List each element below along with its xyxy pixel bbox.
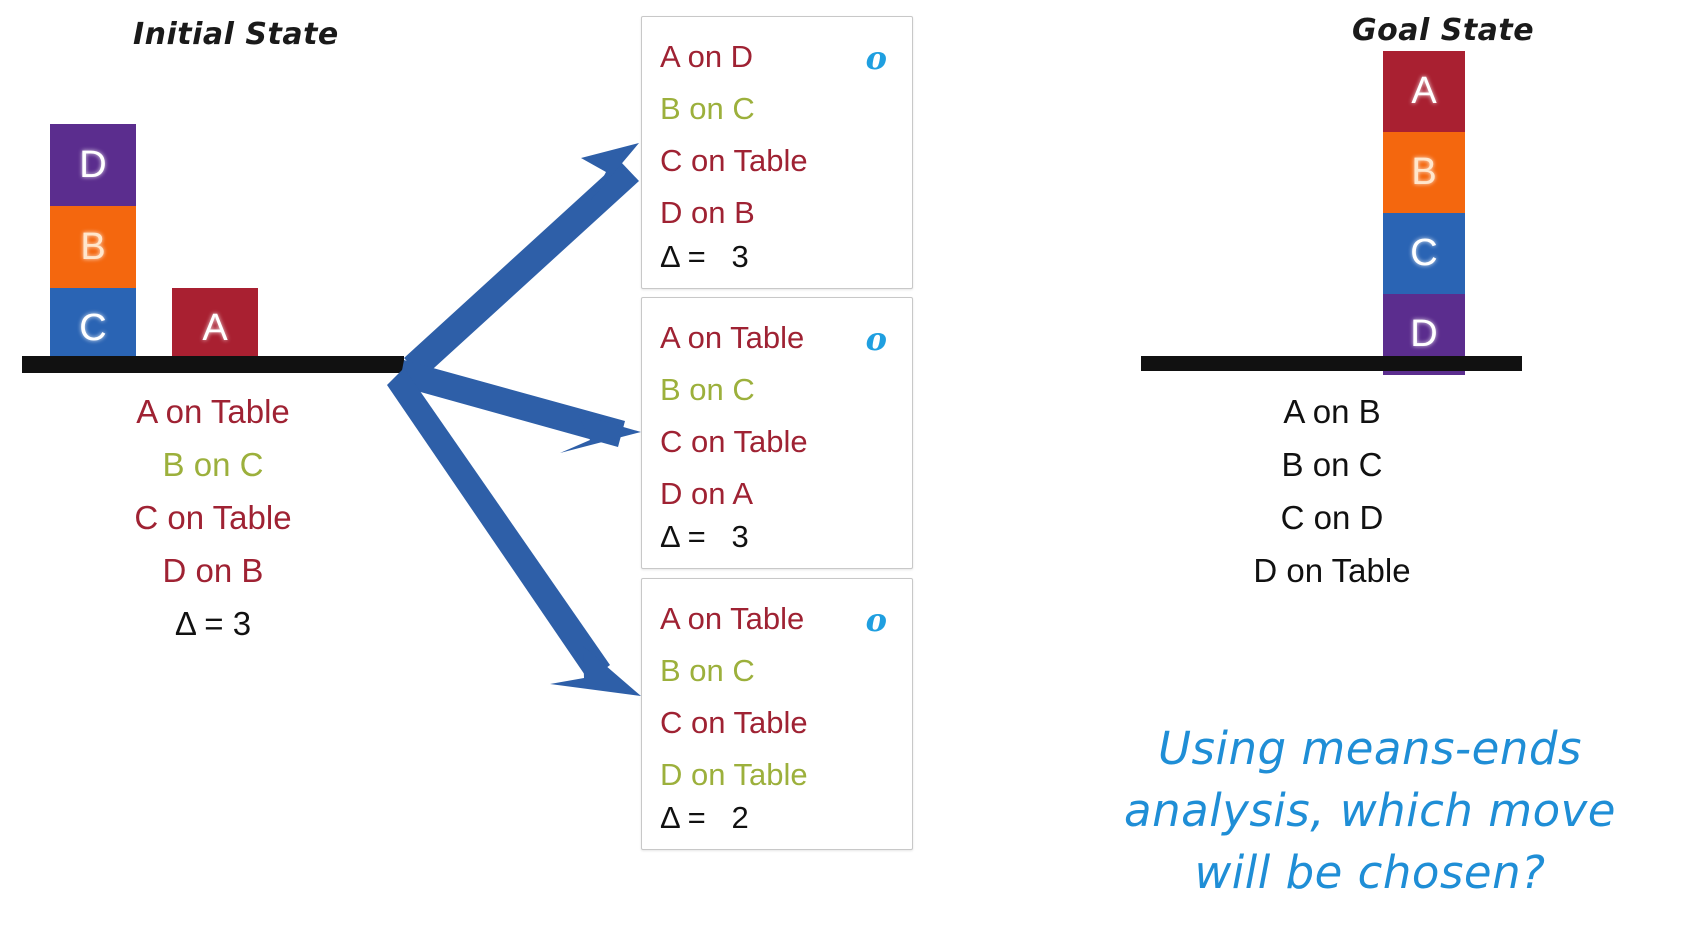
predicate-line: B on C: [660, 91, 755, 126]
operator-marker-icon: o: [865, 601, 887, 639]
block-label: A: [1411, 70, 1437, 112]
successor-predicate-list: A on Table B on C C on Table D on Table: [660, 593, 808, 801]
predicate-line: D on Table: [1253, 552, 1411, 589]
successor-delta-3: Δ = 2: [660, 800, 749, 835]
predicate-line: B on C: [660, 372, 755, 407]
predicate-line: C on Table: [660, 143, 808, 178]
block-label: D: [1410, 313, 1438, 355]
initial-block-d: D: [50, 124, 136, 206]
question-line: analysis, which move: [1124, 784, 1616, 837]
successor-state-box-3[interactable]: A on Table B on C C on Table D on Table …: [641, 578, 913, 850]
initial-state-delta: Δ = 3: [174, 605, 252, 642]
initial-state-heading: Initial State: [133, 17, 339, 52]
goal-state-table-surface: [1141, 356, 1522, 371]
goal-block-c: C: [1383, 213, 1465, 294]
successor-delta-1: Δ = 3: [660, 239, 749, 274]
initial-state-table-surface: [22, 356, 404, 373]
predicate-line: D on B: [660, 195, 755, 230]
block-label: C: [79, 306, 107, 349]
block-label: A: [202, 306, 228, 349]
successor-predicate-list: A on Table B on C C on Table D on A: [660, 312, 808, 520]
successor-delta-2: Δ = 3: [660, 519, 749, 554]
goal-block-a: A: [1383, 51, 1465, 132]
predicate-line: C on Table: [660, 424, 808, 459]
predicate-line: B on C: [162, 446, 264, 483]
block-label: D: [79, 143, 107, 186]
question-prompt: Using means-ends analysis, which move wi…: [1070, 718, 1670, 904]
predicate-line: A on Table: [660, 320, 805, 355]
predicate-line: A on B: [1283, 393, 1381, 430]
predicate-line: D on A: [660, 476, 754, 511]
initial-state-predicate-list: A on Table B on C C on Table D on B Δ = …: [58, 385, 368, 650]
predicate-line: D on B: [162, 552, 264, 589]
predicate-line: B on C: [1281, 446, 1383, 483]
successor-state-box-2[interactable]: A on Table B on C C on Table D on A Δ = …: [641, 297, 913, 569]
operator-marker-icon: o: [865, 39, 887, 77]
goal-state-predicate-list: A on B B on C C on D D on Table: [1182, 385, 1482, 597]
predicate-line: C on D: [1280, 499, 1384, 536]
initial-block-b: B: [50, 206, 136, 288]
block-label: C: [1410, 232, 1438, 274]
block-label: B: [1411, 151, 1437, 193]
slide-canvas: Initial State D B C A A on Table B on C …: [0, 0, 1690, 946]
arrow-to-state-1: [404, 143, 639, 378]
arrow-to-state-2: [399, 360, 641, 453]
arrow-to-state-3: [387, 368, 641, 696]
block-label: B: [80, 225, 106, 268]
question-line: Using means-ends: [1158, 722, 1582, 775]
goal-state-heading: Goal State: [1352, 13, 1535, 48]
question-line: will be chosen?: [1194, 846, 1546, 899]
successor-state-box-1[interactable]: A on D B on C C on Table D on B Δ = 3 o: [641, 16, 913, 289]
predicate-line: C on Table: [134, 499, 292, 536]
successor-predicate-list: A on D B on C C on Table D on B: [660, 31, 808, 239]
predicate-line: A on D: [660, 39, 754, 74]
predicate-line: C on Table: [660, 705, 808, 740]
predicate-line: A on Table: [660, 601, 805, 636]
predicate-line: A on Table: [136, 393, 290, 430]
predicate-line: D on Table: [660, 757, 808, 792]
goal-block-b: B: [1383, 132, 1465, 213]
operator-marker-icon: o: [865, 320, 887, 358]
predicate-line: B on C: [660, 653, 755, 688]
